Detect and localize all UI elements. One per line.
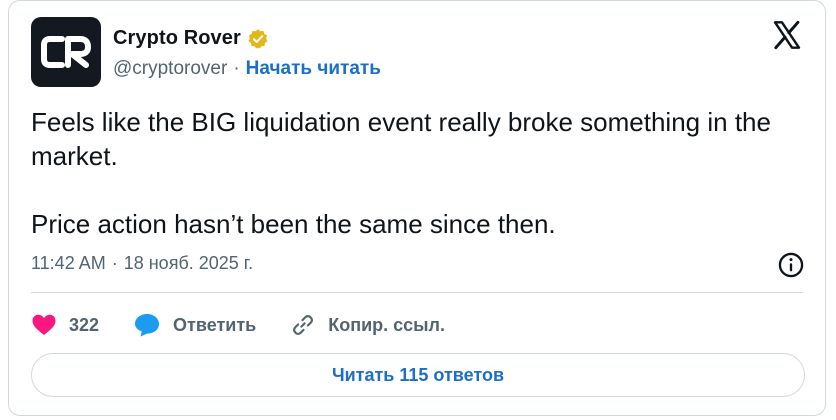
tweet-time: 11:42 AM [31,253,106,273]
tweet-text: Feels like the BIG liquidation event rea… [31,105,811,241]
follow-link[interactable]: Начать читать [246,58,381,80]
tweet-timestamp[interactable]: 11:42 AM · 18 нояб. 2025 г. [31,253,253,274]
copy-link-button[interactable]: Копир. ссыл. [290,312,445,338]
author-avatar[interactable] [31,17,101,87]
tweet-date: 18 нояб. 2025 г. [123,253,254,273]
link-icon [293,314,314,336]
action-bar: 322 Ответить Копир. ссыл. [31,309,445,341]
tweet-card: Crypto Rover @cryptorover · Начать читат… [8,0,826,416]
tweet-paragraph: Price action hasn’t been the same since … [31,209,556,239]
read-replies-button[interactable]: Читать 115 ответов [31,353,805,397]
verified-badge-icon [248,28,268,49]
author-name-row: Crypto Rover [113,27,269,50]
reply-button[interactable]: Ответить [133,312,256,338]
x-logo-icon[interactable] [771,19,803,51]
tweet-paragraph: Feels like the BIG liquidation event rea… [31,107,771,171]
copy-link-label: Копир. ссыл. [328,314,445,335]
author-display-name[interactable]: Crypto Rover [113,27,241,50]
crypto-rover-logo-icon [41,36,91,68]
author-handle[interactable]: @cryptorover [113,58,227,80]
read-replies-label: Читать 115 ответов [331,364,505,385]
speech-bubble-icon [135,314,160,337]
handle-separator: · [233,58,240,79]
like-button[interactable]: 322 [31,313,99,337]
reply-label: Ответить [173,314,257,335]
author-handle-row: @cryptorover · Начать читать [113,58,381,80]
heart-icon [32,314,56,335]
info-icon[interactable] [777,251,805,279]
divider [31,292,803,293]
timestamp-separator: · [111,253,118,273]
like-count: 322 [69,314,100,335]
